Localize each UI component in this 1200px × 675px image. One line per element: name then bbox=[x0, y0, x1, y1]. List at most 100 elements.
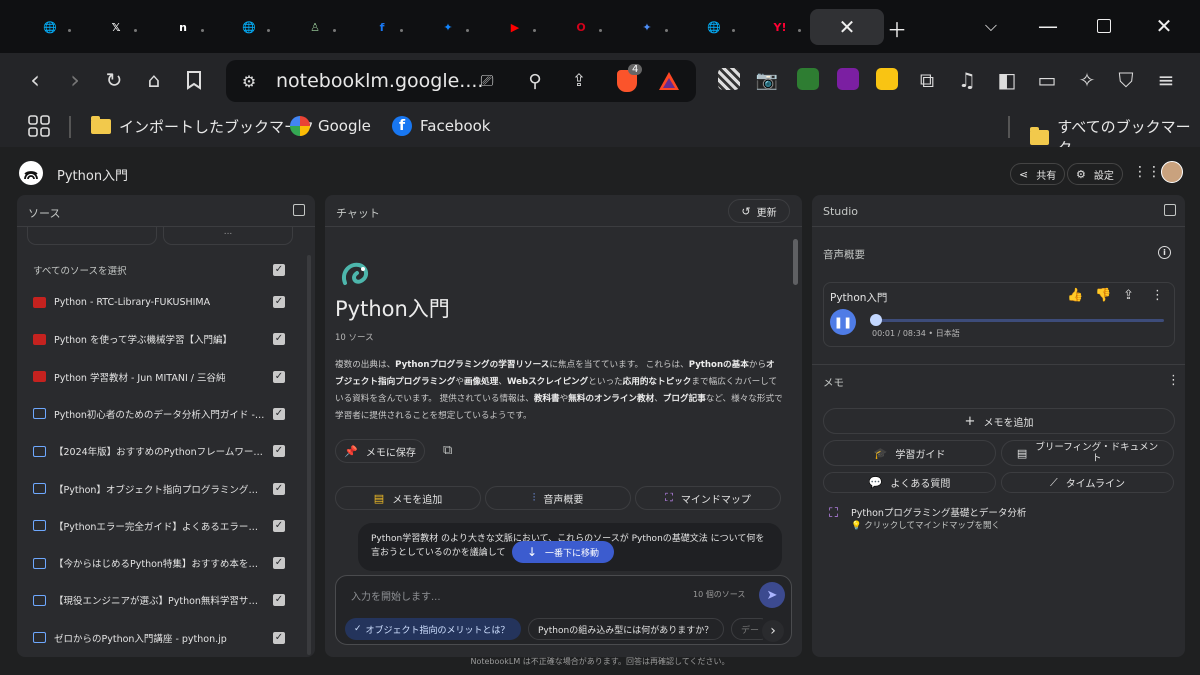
bookmark-facebook[interactable]: f Facebook bbox=[392, 116, 490, 136]
tab-search-chevron-icon[interactable]: ⌵ bbox=[978, 16, 1004, 36]
camera-icon[interactable]: 📷 bbox=[754, 67, 780, 93]
suggestion-chip[interactable]: Pythonの組み込み型には何がありますか？ bbox=[528, 618, 724, 640]
bookmark-google[interactable]: Google bbox=[290, 116, 371, 136]
sidebar-toggle-icon[interactable]: ◧ bbox=[994, 67, 1020, 93]
collapse-panel-icon[interactable] bbox=[293, 204, 305, 216]
timeline-button[interactable]: ⟋ タイムライン bbox=[1001, 472, 1174, 493]
chat-input[interactable]: 入力を開始します... bbox=[351, 588, 441, 603]
source-checkbox[interactable]: ✓ bbox=[273, 445, 285, 458]
maximize-button[interactable] bbox=[1091, 14, 1117, 38]
thumbs-down-icon[interactable]: 👎 bbox=[1095, 288, 1111, 303]
source-item[interactable]: 【Python】オブジェクト指向プログラミングの... bbox=[33, 479, 308, 499]
reload-icon[interactable]: ↻ bbox=[101, 67, 127, 93]
source-item[interactable]: Python - RTC-Library-FUKUSHIMA bbox=[33, 292, 308, 312]
source-item[interactable]: 【2024年版】おすすめのPythonフレームワーク... bbox=[33, 441, 308, 461]
audio-progress-track[interactable] bbox=[874, 319, 1164, 322]
browser-tab[interactable]: ♙ bbox=[285, 9, 341, 45]
more-vert-icon[interactable]: ⋮ bbox=[1167, 373, 1180, 388]
chat-extension-icon[interactable] bbox=[837, 68, 859, 90]
browser-tab[interactable]: 🌐 bbox=[20, 9, 76, 45]
faq-button[interactable]: 💬 よくある質問 bbox=[823, 472, 996, 493]
source-checkbox[interactable]: ✓ bbox=[273, 482, 285, 495]
new-tab-button[interactable]: ＋ bbox=[884, 14, 910, 43]
share-icon[interactable]: ⇪ bbox=[566, 68, 592, 94]
browser-tab[interactable]: f bbox=[352, 9, 408, 45]
info-icon[interactable]: i bbox=[1158, 246, 1171, 259]
notebooklm-logo-icon[interactable] bbox=[19, 161, 43, 185]
share-icon[interactable]: ⇪ bbox=[1123, 288, 1134, 303]
bookmark-imported[interactable]: インポートしたブックマーク bbox=[91, 116, 314, 137]
browser-tab[interactable]: 🌐 bbox=[684, 9, 740, 45]
source-checkbox[interactable]: ✓ bbox=[273, 594, 285, 607]
add-memo-button[interactable]: + メモを追加 bbox=[823, 408, 1175, 434]
source-checkbox[interactable]: ✓ bbox=[273, 333, 285, 346]
sources-scrollbar[interactable] bbox=[307, 255, 311, 655]
select-all-row[interactable]: すべてのソースを選択 bbox=[33, 260, 308, 280]
browser-tab[interactable]: ✦ bbox=[617, 9, 673, 45]
mind-map-button[interactable]: ⛶ マインドマップ bbox=[635, 486, 781, 510]
browser-tab[interactable]: ▶ bbox=[485, 9, 541, 45]
install-app-icon[interactable]: ⎚ bbox=[474, 68, 500, 94]
close-tab-icon[interactable]: ✕ bbox=[839, 15, 856, 39]
browser-tab[interactable]: O bbox=[551, 9, 607, 45]
source-checkbox[interactable]: ✓ bbox=[273, 631, 285, 644]
site-settings-icon[interactable]: ⚙ bbox=[236, 68, 262, 94]
brave-rewards-icon[interactable] bbox=[656, 68, 682, 94]
browser-tab[interactable]: Y! bbox=[750, 9, 806, 45]
source-item[interactable]: 【現役エンジニアが選ぶ】Python無料学習サイ... bbox=[33, 590, 308, 610]
extensions-puzzle-icon[interactable]: ⧉ bbox=[914, 67, 940, 93]
collapse-panel-icon[interactable] bbox=[1164, 204, 1176, 216]
source-checkbox[interactable]: ✓ bbox=[273, 557, 285, 570]
address-bar[interactable]: ⚙ notebooklm.google.... ⎚ ⚲ ⇪ 4 bbox=[226, 60, 696, 102]
home-icon[interactable]: ⌂ bbox=[141, 67, 167, 93]
settings-button[interactable]: ⚙ 設定 bbox=[1067, 163, 1123, 185]
source-item[interactable]: Python を使って学ぶ機械学習【入門編】 bbox=[33, 329, 308, 349]
copy-icon[interactable]: ⧉ bbox=[443, 443, 452, 458]
avatar[interactable] bbox=[1161, 161, 1183, 183]
menu-icon[interactable]: ≡ bbox=[1153, 67, 1179, 93]
mind-map-note[interactable]: ⛶ Pythonプログラミング基礎とデータ分析 💡 クリックしてマインドマップを… bbox=[823, 502, 1175, 532]
scroll-to-bottom-button[interactable]: ↓ 一番下に移動 bbox=[512, 541, 614, 563]
browser-tab[interactable]: 𝕏 bbox=[86, 9, 142, 45]
add-memo-button[interactable]: ▤ メモを追加 bbox=[335, 486, 481, 510]
source-checkbox[interactable]: ✓ bbox=[273, 407, 285, 420]
brave-shield-icon[interactable]: 4 bbox=[614, 64, 643, 94]
url-text[interactable]: notebooklm.google.... bbox=[276, 70, 483, 92]
briefing-doc-button[interactable]: ▤ ブリーフィング・ドキュメン ト bbox=[1001, 440, 1174, 466]
source-checkbox[interactable]: ✓ bbox=[273, 296, 285, 308]
qr-code-icon[interactable] bbox=[718, 68, 740, 90]
window-close-button[interactable]: ✕ bbox=[1151, 14, 1177, 38]
suggestion-chip[interactable]: ✓ オブジェクト指向のメリットとは？ bbox=[345, 618, 521, 640]
vpn-shield-icon[interactable]: ⛉ bbox=[1113, 67, 1139, 93]
add-source-button[interactable] bbox=[27, 227, 157, 245]
music-icon[interactable]: ♫ bbox=[954, 67, 980, 93]
send-button[interactable]: ➤ bbox=[759, 582, 785, 608]
source-item[interactable]: ゼロからのPython入門講座 - python.jp bbox=[33, 628, 308, 648]
thumbs-up-icon[interactable]: 👍 bbox=[1067, 288, 1083, 303]
browser-tab[interactable]: ✦ bbox=[418, 9, 474, 45]
forward-icon[interactable]: › bbox=[62, 66, 88, 94]
source-item[interactable]: 【今からはじめるPython特集】おすすめ本をレ... bbox=[33, 553, 308, 573]
bookmark-icon[interactable] bbox=[181, 67, 207, 93]
source-item[interactable]: Python初心者のためのデータ分析入門ガイド - Q... bbox=[33, 404, 308, 424]
source-checkbox[interactable]: ✓ bbox=[273, 370, 285, 383]
chat-scrollbar[interactable] bbox=[793, 239, 798, 285]
refresh-button[interactable]: ↺ 更新 bbox=[728, 199, 790, 223]
notebook-title[interactable]: Python入門 bbox=[57, 165, 128, 184]
source-checkbox[interactable]: ✓ bbox=[273, 519, 285, 532]
back-icon[interactable]: ‹ bbox=[22, 66, 48, 94]
study-guide-button[interactable]: 🎓 学習ガイド bbox=[823, 440, 996, 466]
lightbulb-extension-icon[interactable] bbox=[876, 68, 898, 90]
more-vert-icon[interactable]: ⋮ bbox=[1151, 288, 1164, 303]
browser-tab[interactable]: 🌐 bbox=[219, 9, 275, 45]
browser-tab[interactable]: n bbox=[153, 9, 209, 45]
select-all-checkbox[interactable]: ✓ bbox=[273, 264, 285, 276]
share-button[interactable]: ⋖ 共有 bbox=[1010, 163, 1066, 185]
video-extension-icon[interactable] bbox=[797, 68, 819, 90]
apps-grid-icon[interactable] bbox=[28, 115, 50, 137]
leo-ai-icon[interactable]: ✧ bbox=[1074, 67, 1100, 93]
audio-overview-button[interactable]: ⫶ 音声概要 bbox=[485, 486, 631, 510]
save-to-memo-button[interactable]: 📌 メモに保存 bbox=[335, 439, 425, 463]
suggestions-next-icon[interactable]: › bbox=[762, 620, 784, 642]
minimize-button[interactable]: — bbox=[1035, 14, 1061, 38]
